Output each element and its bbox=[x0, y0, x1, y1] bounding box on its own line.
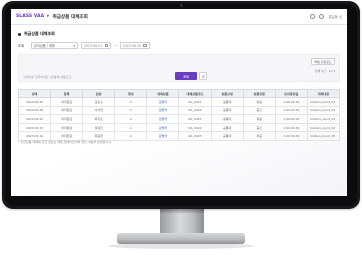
table-row[interactable]: 2023.06.22 처리완료 박지훈 A 김명국 RA_0423 공통대 처음… bbox=[17, 114, 341, 124]
table-cell: 김민수 bbox=[82, 97, 116, 107]
table-cell: 2023.06.30 bbox=[17, 97, 52, 107]
table-cell: 1.99.09.30 bbox=[274, 131, 308, 141]
table-cell: 박지훈 bbox=[82, 114, 116, 124]
search-input[interactable]: 검색어를 입력하세요 (상품명/상품코드) bbox=[23, 74, 173, 80]
table-cell: 2023.06.15 bbox=[17, 122, 52, 133]
column-header[interactable]: 상태 bbox=[17, 89, 52, 98]
table-cell: 정유진 bbox=[82, 122, 116, 133]
table-row[interactable]: 2023.06.15 처리완료 정유진 A 김명국 RA_0424 공통대 중간… bbox=[17, 122, 341, 133]
calendar-icon[interactable] bbox=[143, 44, 147, 47]
filter-row: 조회 유의상품 / 대체 ▾ 2023.06.01 ~ 2023.06.30 bbox=[18, 42, 150, 49]
monitor-frame: SLASS VAA ▸ 취급상품 대체조회 홍길동 님 취급상품 대체조회 조회… bbox=[2, 1, 360, 209]
search-panel: 검색어를 입력하세요 (상품명/상품코드) 조회 ↺ 엑셀 다운로드 전체 5건… bbox=[18, 54, 340, 82]
monitor-base bbox=[117, 233, 245, 244]
table-cell: RA_0424 bbox=[178, 122, 212, 133]
table-cell: 처리완료 bbox=[50, 114, 84, 124]
column-header[interactable]: 대체상품코드 bbox=[178, 89, 212, 98]
screen: SLASS VAA ▸ 취급상품 대체조회 홍길동 님 취급상품 대체조회 조회… bbox=[11, 9, 347, 196]
column-header[interactable]: 유의종료일 bbox=[274, 89, 308, 98]
table-cell: 공통대 bbox=[210, 131, 244, 141]
table-cell: 공통대 bbox=[210, 114, 244, 124]
table-cell: RA_0423 bbox=[178, 114, 212, 124]
neck-shadow bbox=[160, 209, 204, 214]
table-cell-link[interactable]: 김명국 bbox=[146, 105, 180, 116]
reset-icon[interactable]: ↺ bbox=[199, 72, 207, 80]
table-cell: A bbox=[114, 131, 148, 141]
table-cell: holders_bond_03 bbox=[306, 114, 341, 124]
table-cell: 처리완료 bbox=[50, 97, 84, 107]
table-cell-link[interactable]: 김명국 bbox=[146, 122, 180, 133]
total-count: 전체 5건 · 10 ▾ bbox=[314, 69, 335, 73]
column-header[interactable]: 상품규정 bbox=[210, 89, 244, 98]
section-heading: 취급상품 대체조회 bbox=[18, 31, 55, 37]
filter-label: 조회 bbox=[18, 44, 25, 48]
table-cell: RA_0422 bbox=[178, 105, 212, 116]
table-cell: 이서연 bbox=[82, 105, 116, 116]
column-header[interactable]: 상품유형 bbox=[242, 89, 276, 98]
column-header[interactable]: 등록 bbox=[50, 89, 84, 98]
table-cell: 처음 bbox=[242, 97, 276, 107]
table-cell: holders_bond_05 bbox=[306, 131, 341, 141]
column-header[interactable]: 항상 bbox=[114, 89, 148, 98]
table-cell: 2023.06.22 bbox=[17, 114, 52, 124]
table-cell: 공통대 bbox=[210, 105, 244, 116]
table-cell-link[interactable]: 김명국 bbox=[146, 97, 180, 107]
table-cell: 1.99.09.30 bbox=[274, 122, 308, 133]
result-table: 상태 등록 담당 항상 대체상품 대체상품코드 상품규정 상품유형 유의종료일 … bbox=[17, 89, 341, 141]
table-header-row: 상태 등록 담당 항상 대체상품 대체상품코드 상품규정 상품유형 유의종료일 … bbox=[17, 89, 341, 98]
date-to-input[interactable]: 2023.06.30 bbox=[119, 42, 150, 49]
breadcrumb-separator: ▸ bbox=[47, 14, 50, 19]
table-cell: holders_bond_04 bbox=[306, 122, 341, 133]
table-cell: 1.99.09.30 bbox=[274, 114, 308, 124]
table-cell: 처음 bbox=[242, 114, 276, 124]
table-cell: A bbox=[114, 97, 148, 107]
table-cell: 처리완료 bbox=[50, 105, 84, 116]
category-select[interactable]: 유의상품 / 대체 ▾ bbox=[31, 42, 78, 49]
table-cell: A bbox=[114, 105, 148, 116]
brand-logo[interactable]: SLASS VAA bbox=[16, 14, 44, 19]
table-row[interactable]: 2023.06.30 처리완료 김민수 A 김명국 RA_0421 공통대 처음… bbox=[17, 97, 341, 107]
date-from-value: 2023.06.01 bbox=[84, 43, 103, 48]
footnote: * 취급상품 대체에 관한 정보는 매일 업데이트되며 최신 내용을 반영합니다… bbox=[18, 140, 112, 144]
search-button[interactable]: 조회 bbox=[175, 72, 197, 80]
table-cell: 처음 bbox=[242, 131, 276, 141]
table-cell: 처리완료 bbox=[50, 122, 84, 133]
table-cell: 1.99.09.30 bbox=[274, 97, 308, 107]
top-right-area: 홍길동 님 bbox=[310, 14, 342, 19]
column-header[interactable]: 대체상품 bbox=[146, 89, 180, 98]
category-select-value: 유의상품 / 대체 bbox=[34, 44, 55, 48]
column-header[interactable]: 대체내용 bbox=[306, 89, 341, 98]
page-title: 취급상품 대체조회 bbox=[52, 14, 88, 20]
table-cell: 중간 bbox=[242, 122, 276, 133]
table-cell: A bbox=[114, 122, 148, 133]
table-cell: holders_bond_02 bbox=[306, 105, 341, 116]
settings-icon[interactable] bbox=[310, 14, 316, 19]
table-cell: 2023.06.28 bbox=[17, 105, 52, 116]
date-to-value: 2023.06.30 bbox=[122, 43, 142, 48]
column-header[interactable]: 담당 bbox=[82, 89, 116, 98]
calendar-icon[interactable] bbox=[104, 44, 108, 47]
table-cell: 공통대 bbox=[210, 122, 244, 133]
section-title: 취급상품 대체조회 bbox=[24, 31, 55, 36]
table-cell: 공통대 bbox=[210, 97, 244, 107]
webcam-icon bbox=[180, 4, 183, 7]
top-bar: SLASS VAA ▸ 취급상품 대체조회 홍길동 님 bbox=[11, 9, 347, 25]
chevron-down-icon: ▾ bbox=[73, 43, 75, 48]
user-name[interactable]: 홍길동 님 bbox=[328, 14, 342, 19]
table-cell: RA_0421 bbox=[178, 97, 212, 107]
table-cell: A bbox=[114, 114, 148, 124]
table-row[interactable]: 2023.06.28 처리완료 이서연 A 김명국 RA_0422 공통대 중간… bbox=[17, 105, 341, 116]
table-cell-link[interactable]: 김명국 bbox=[146, 131, 180, 141]
date-range-separator: ~ bbox=[114, 43, 117, 48]
table-cell-link[interactable]: 김명국 bbox=[146, 114, 180, 124]
table-cell: 중간 bbox=[242, 105, 276, 116]
table-cell: RA_0425 bbox=[178, 131, 212, 141]
table-cell: holders_bond_01 bbox=[306, 97, 341, 107]
user-icon[interactable] bbox=[319, 14, 325, 19]
table-cell: 1.99.09.30 bbox=[274, 105, 308, 116]
excel-download-button[interactable]: 엑셀 다운로드 bbox=[311, 58, 335, 65]
bullet-icon bbox=[18, 32, 21, 36]
date-from-input[interactable]: 2023.06.01 bbox=[81, 42, 111, 49]
